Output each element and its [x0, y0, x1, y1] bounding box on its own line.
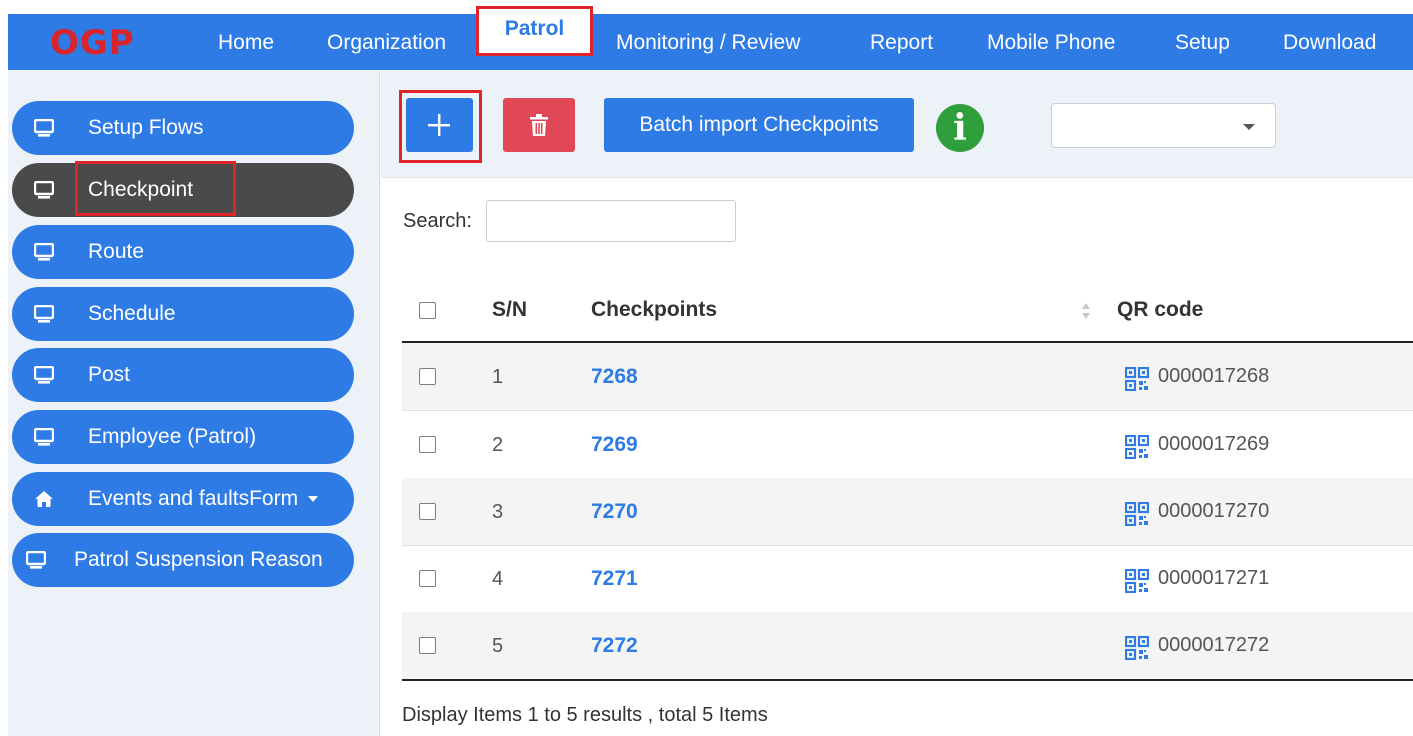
- nav-patrol[interactable]: Patrol: [476, 6, 593, 56]
- search-label: Search:: [403, 210, 472, 232]
- sidebar-item-label: Post: [88, 363, 131, 386]
- row-sn: 3: [492, 501, 504, 523]
- table-row: 1 7268 0000017268: [402, 343, 1413, 411]
- sidebar-item-label: Setup Flows: [88, 116, 204, 139]
- row-checkbox[interactable]: [419, 436, 436, 453]
- table-row: 4 7271 0000017271: [402, 545, 1413, 613]
- table-row: 2 7269 0000017269: [402, 411, 1413, 479]
- nav-home[interactable]: Home: [218, 14, 274, 70]
- sidebar-item-employee-patrol[interactable]: Employee (Patrol): [12, 410, 354, 464]
- nav-organization[interactable]: Organization: [327, 14, 446, 70]
- row-sn: 2: [492, 434, 504, 456]
- sidebar-item-label: Patrol Suspension Reason: [74, 548, 323, 571]
- sidebar-item-events-and-faults-form[interactable]: Events and faultsForm: [12, 472, 354, 526]
- column-header-qr-code[interactable]: QR code: [1117, 298, 1203, 322]
- sidebar-item-label: Events and faultsForm: [88, 472, 318, 526]
- qr-code-icon[interactable]: [1125, 367, 1149, 391]
- sidebar-item-patrol-suspension-reason[interactable]: Patrol Suspension Reason: [12, 533, 354, 587]
- home-icon: [35, 491, 53, 507]
- qr-code-value: 0000017269: [1158, 433, 1270, 455]
- trash-icon: [530, 114, 548, 136]
- column-header-sn[interactable]: S/N: [492, 298, 527, 322]
- nav-mobile-phone[interactable]: Mobile Phone: [987, 14, 1115, 70]
- qr-code-value: 0000017268: [1158, 365, 1270, 387]
- checkpoint-link[interactable]: 7270: [591, 478, 638, 546]
- qr-code-icon[interactable]: [1125, 435, 1149, 459]
- batch-import-checkpoints-button[interactable]: Batch import Checkpoints: [604, 98, 914, 152]
- nav-patrol-label: Patrol: [504, 17, 565, 40]
- qr-code-value: 0000017272: [1158, 634, 1270, 656]
- sidebar-item-label: Schedule: [88, 302, 176, 325]
- caret-down-icon: [1243, 124, 1255, 130]
- checkpoint-link[interactable]: 7272: [591, 612, 638, 680]
- monitor-icon: [34, 119, 54, 137]
- sidebar-item-schedule[interactable]: Schedule: [12, 287, 354, 341]
- monitor-icon: [34, 181, 54, 199]
- row-checkbox[interactable]: [419, 637, 436, 654]
- row-checkbox[interactable]: [419, 570, 436, 587]
- monitor-icon: [34, 366, 54, 384]
- monitor-icon: [26, 551, 46, 569]
- sidebar-item-label: Employee (Patrol): [88, 425, 257, 448]
- monitor-icon: [34, 243, 54, 261]
- qr-code-value: 0000017271: [1158, 567, 1270, 589]
- sort-icon[interactable]: [1081, 302, 1091, 320]
- checkpoint-link[interactable]: 7268: [591, 343, 638, 411]
- checkpoint-link[interactable]: 7269: [591, 411, 638, 479]
- monitor-icon: [34, 305, 54, 323]
- nav-setup[interactable]: Setup: [1175, 14, 1230, 70]
- nav-report[interactable]: Report: [870, 14, 933, 70]
- search-input[interactable]: [486, 200, 736, 242]
- row-checkbox[interactable]: [419, 503, 436, 520]
- filter-select[interactable]: [1051, 103, 1276, 148]
- sidebar-item-route[interactable]: Route: [12, 225, 354, 279]
- table-row: 3 7270 0000017270: [402, 478, 1413, 546]
- nav-monitoring-review[interactable]: Monitoring / Review: [616, 14, 800, 70]
- add-button-highlight-box: [399, 90, 482, 163]
- sidebar-item-label: Route: [88, 240, 145, 263]
- row-sn: 4: [492, 568, 504, 590]
- qr-code-icon[interactable]: [1125, 636, 1149, 660]
- row-sn: 5: [492, 635, 504, 657]
- ogp-logo[interactable]: OGP: [50, 23, 135, 63]
- sidebar-item-setup-flows[interactable]: Setup Flows: [12, 101, 354, 155]
- checkpoint-highlight-box: [75, 161, 236, 216]
- qr-code-icon[interactable]: [1125, 502, 1149, 526]
- qr-code-icon[interactable]: [1125, 569, 1149, 593]
- monitor-icon: [34, 428, 54, 446]
- delete-button[interactable]: [503, 98, 575, 152]
- info-icon[interactable]: i: [936, 104, 984, 152]
- select-all-checkbox[interactable]: [419, 302, 436, 319]
- sidebar-item-post[interactable]: Post: [12, 348, 354, 402]
- column-header-checkpoints[interactable]: Checkpoints: [591, 298, 717, 322]
- qr-code-value: 0000017270: [1158, 500, 1270, 522]
- nav-download[interactable]: Download: [1283, 14, 1376, 70]
- row-sn: 1: [492, 366, 504, 388]
- row-checkbox[interactable]: [419, 368, 436, 385]
- table-row: 5 7272 0000017272: [402, 612, 1413, 680]
- checkpoint-link[interactable]: 7271: [591, 545, 638, 613]
- pagination-info: Display Items 1 to 5 results , total 5 I…: [402, 704, 768, 726]
- top-nav-bar: OGP Home Organization Monitoring / Revie…: [8, 14, 1413, 70]
- caret-down-icon: [307, 496, 318, 503]
- table-bottom-divider: [402, 679, 1413, 681]
